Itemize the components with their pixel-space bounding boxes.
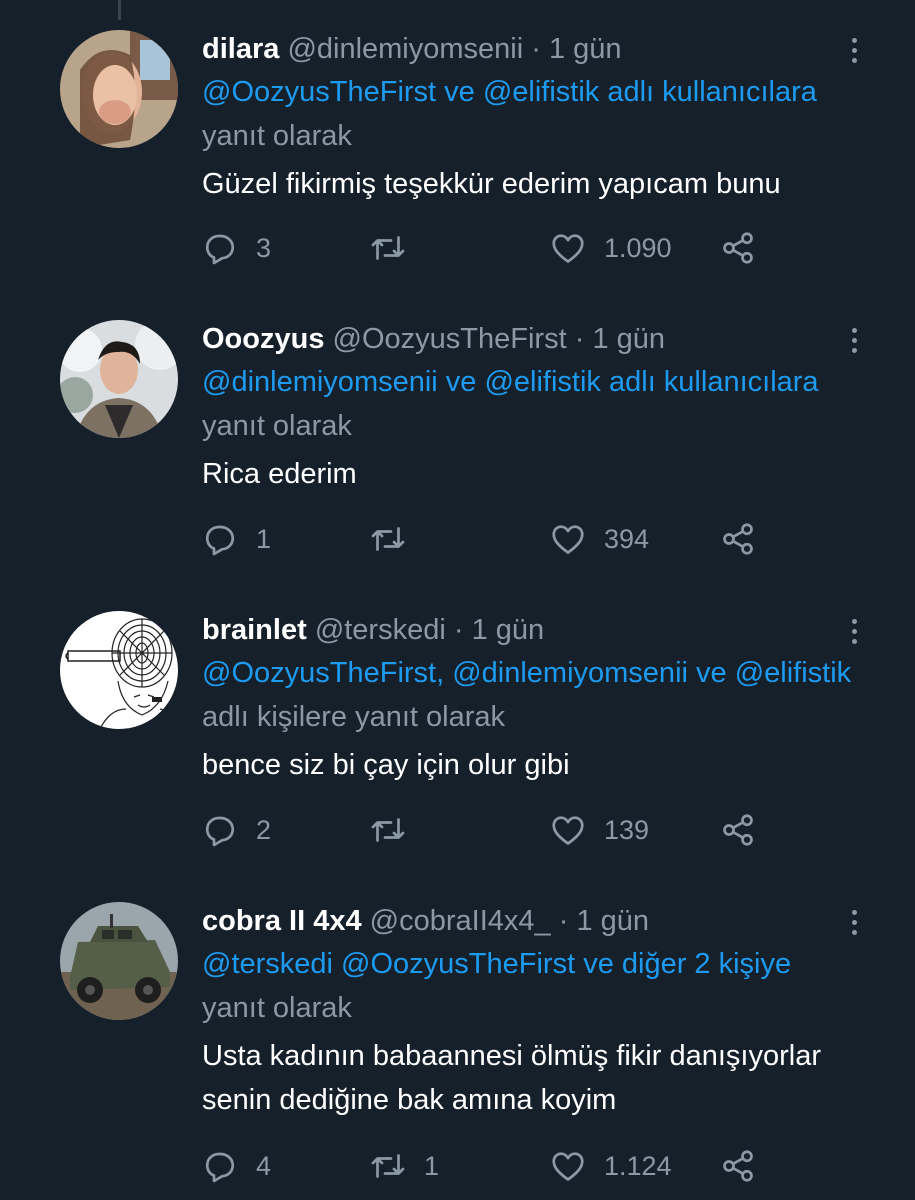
share-icon: [723, 1150, 753, 1182]
reply-icon: [205, 234, 235, 265]
avatar[interactable]: [60, 30, 178, 148]
display-name[interactable]: dilara: [202, 33, 279, 65]
user-handle[interactable]: @cobraII4x4_: [370, 905, 551, 937]
like-icon: [552, 816, 584, 845]
reply-mentions[interactable]: @dinlemiyomsenii ve @elifistik adlı kull…: [202, 366, 819, 398]
separator: ·: [574, 323, 585, 355]
reply-suffix: yanıt olarak: [202, 120, 352, 152]
share-button[interactable]: [720, 812, 756, 848]
retweet-icon: [371, 1154, 405, 1178]
reply-count: 2: [256, 814, 272, 845]
timestamp[interactable]: 1 gün: [472, 614, 545, 646]
share-icon: [723, 814, 753, 846]
more-icon[interactable]: [849, 328, 859, 358]
tweet-actions: 1 394: [202, 521, 762, 561]
retweet-button[interactable]: [370, 230, 424, 266]
share-icon: [723, 523, 753, 555]
more-icon[interactable]: [849, 910, 859, 940]
tweet-actions: 2 139: [202, 812, 762, 852]
retweet-button[interactable]: [370, 521, 424, 557]
retweet-count: 1: [424, 1150, 440, 1181]
reply-icon: [205, 816, 235, 847]
reply-button[interactable]: 1: [202, 521, 271, 557]
like-count: 1.124: [604, 1150, 672, 1181]
reply-context: @OozyusTheFirst ve @elifistik adlı kulla…: [202, 70, 855, 158]
like-button[interactable]: 1.124: [550, 1148, 672, 1184]
retweet-icon: [371, 818, 405, 842]
share-button[interactable]: [720, 230, 756, 266]
separator: ·: [453, 614, 464, 646]
tweet-actions: 3 1.090: [202, 230, 762, 270]
avatar[interactable]: [60, 902, 178, 1020]
separator: ·: [531, 33, 541, 65]
user-handle[interactable]: @terskedi: [315, 614, 446, 646]
reply-suffix: adlı kişilere yanıt olarak: [202, 701, 506, 733]
display-name[interactable]: cobra II 4x4: [202, 905, 362, 937]
reply-count: 4: [256, 1150, 272, 1181]
avatar[interactable]: [60, 611, 178, 729]
like-icon: [552, 525, 584, 554]
display-name[interactable]: Ooozyus: [202, 323, 324, 355]
reply-mentions[interactable]: @OozyusTheFirst ve @elifistik adlı kulla…: [202, 76, 817, 108]
reply-context: @dinlemiyomsenii ve @elifistik adlı kull…: [202, 360, 855, 448]
like-icon: [552, 1152, 584, 1181]
reply-mentions[interactable]: @terskedi @OozyusTheFirst ve diğer 2 kiş…: [202, 948, 791, 980]
retweet-icon: [371, 527, 405, 551]
tweet-text: Rica ederim: [202, 458, 357, 490]
retweet-button[interactable]: [370, 812, 424, 848]
timestamp[interactable]: 1 gün: [592, 323, 665, 355]
share-button[interactable]: [720, 521, 756, 557]
user-handle[interactable]: @OozyusTheFirst: [333, 323, 567, 355]
like-button[interactable]: 394: [550, 521, 649, 557]
tweet-text: Usta kadının babaannesi ölmüş fikir danı…: [202, 1040, 821, 1116]
like-count: 394: [604, 523, 650, 554]
tweet-actions: 4 1 1.124: [202, 1148, 762, 1188]
share-button[interactable]: [720, 1148, 756, 1184]
reply-icon: [205, 525, 235, 556]
separator: ·: [558, 905, 569, 937]
reply-context: @OozyusTheFirst, @dinlemiyomsenii ve @el…: [202, 651, 855, 739]
like-icon: [552, 234, 584, 263]
reply-count: 1: [256, 523, 272, 554]
like-count: 139: [604, 814, 650, 845]
avatar[interactable]: [60, 320, 178, 438]
more-icon[interactable]: [849, 38, 859, 68]
reply-suffix: yanıt olarak: [202, 992, 352, 1024]
reply-button[interactable]: 3: [202, 230, 271, 266]
tweet-text: Güzel fikirmiş teşekkür ederim yapıcam b…: [202, 168, 781, 200]
retweet-button[interactable]: 1: [370, 1148, 439, 1184]
like-button[interactable]: 1.090: [550, 230, 672, 266]
like-button[interactable]: 139: [550, 812, 649, 848]
share-icon: [723, 232, 753, 264]
reply-count: 3: [256, 232, 272, 263]
display-name[interactable]: brainlet: [202, 614, 307, 646]
reply-suffix: yanıt olarak: [202, 410, 352, 442]
reply-button[interactable]: 2: [202, 812, 271, 848]
like-count: 1.090: [604, 232, 672, 263]
user-handle[interactable]: @dinlemiyomsenii: [287, 33, 523, 65]
retweet-icon: [371, 236, 405, 260]
timestamp[interactable]: 1 gün: [549, 33, 622, 65]
timestamp[interactable]: 1 gün: [576, 905, 649, 937]
reply-icon: [205, 1152, 235, 1183]
reply-button[interactable]: 4: [202, 1148, 271, 1184]
thread-line: [118, 0, 121, 20]
reply-context: @terskedi @OozyusTheFirst ve diğer 2 kiş…: [202, 942, 855, 1030]
tweet-text: bence siz bi çay için olur gibi: [202, 749, 570, 781]
more-icon[interactable]: [849, 619, 859, 649]
reply-mentions[interactable]: @OozyusTheFirst, @dinlemiyomsenii ve @el…: [202, 657, 851, 689]
